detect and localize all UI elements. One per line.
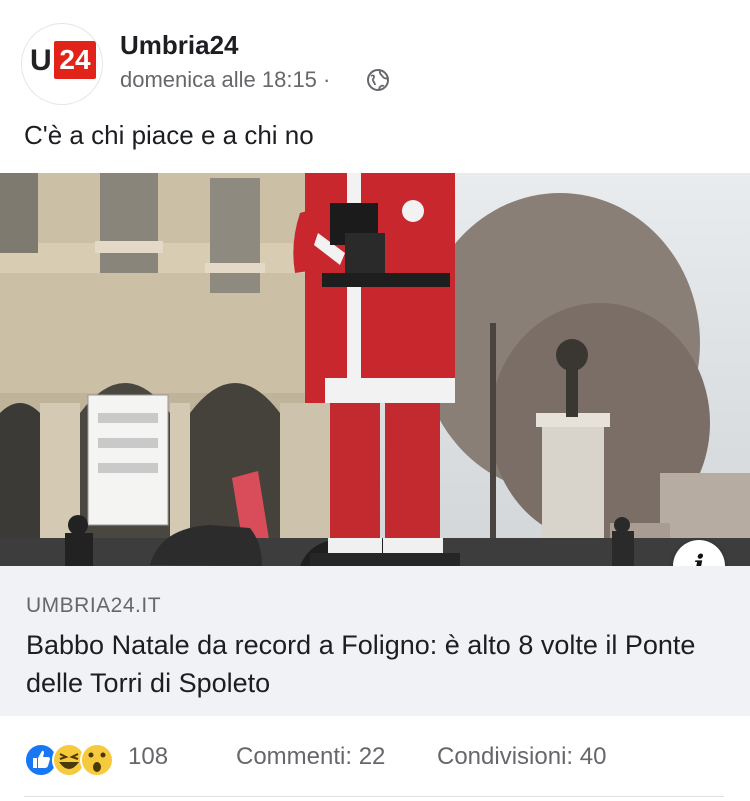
post-footer: 108 Commenti: 22 Condivisioni: 40: [0, 716, 750, 801]
logo-number: 24: [54, 41, 96, 79]
post-header: U 24 Umbria24 domenica alle 18:15 ·: [0, 0, 750, 110]
page-name[interactable]: Umbria24: [120, 30, 239, 61]
santa-claus-photo: [0, 173, 750, 566]
link-domain: UMBRIA24.IT: [26, 594, 162, 617]
wow-icon: [80, 743, 114, 777]
link-preview[interactable]: UMBRIA24.IT Babbo Natale da record a Fol…: [0, 566, 750, 716]
post-photo[interactable]: [0, 173, 750, 566]
avatar[interactable]: U 24: [22, 24, 102, 104]
reaction-count[interactable]: 108: [128, 743, 168, 771]
post-timestamp[interactable]: domenica alle 18:15 ·: [120, 67, 330, 93]
shares-count[interactable]: Condivisioni: 40: [437, 743, 606, 771]
link-title[interactable]: Babbo Natale da record a Foligno: è alto…: [26, 626, 736, 702]
divider: [24, 796, 724, 797]
comments-count[interactable]: Commenti: 22: [236, 743, 385, 771]
reactions-summary[interactable]: [24, 740, 124, 780]
globe-icon: [367, 69, 389, 91]
post-text: C'è a chi piace e a chi no: [24, 120, 314, 150]
logo-prefix: U: [30, 44, 52, 77]
